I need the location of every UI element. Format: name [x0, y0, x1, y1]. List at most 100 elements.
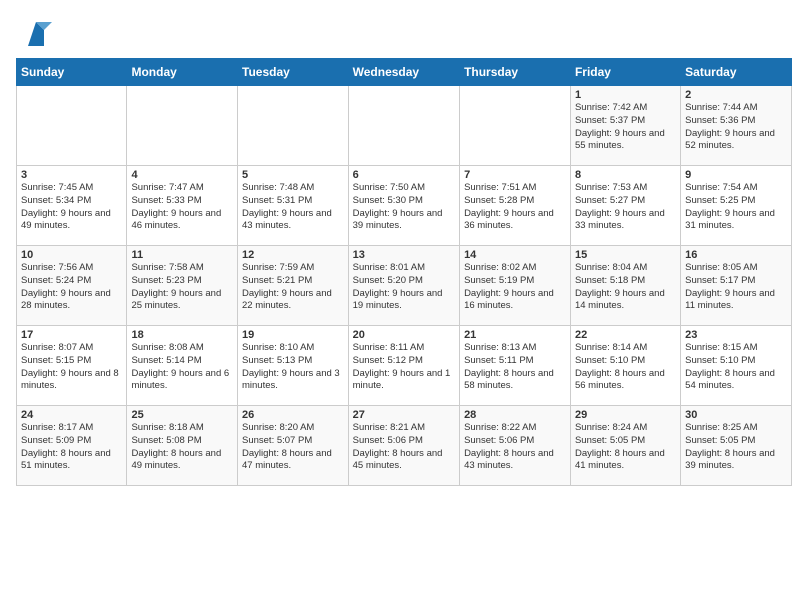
calendar-cell: 26Sunrise: 8:20 AMSunset: 5:07 PMDayligh…: [238, 406, 349, 486]
day-info: Sunrise: 8:25 AMSunset: 5:05 PMDaylight:…: [685, 422, 775, 471]
calendar-week-3: 10Sunrise: 7:56 AMSunset: 5:24 PMDayligh…: [17, 246, 792, 326]
day-info: Sunrise: 7:59 AMSunset: 5:21 PMDaylight:…: [242, 262, 332, 311]
day-info: Sunrise: 8:17 AMSunset: 5:09 PMDaylight:…: [21, 422, 111, 471]
day-info: Sunrise: 8:15 AMSunset: 5:10 PMDaylight:…: [685, 342, 775, 391]
day-info: Sunrise: 7:58 AMSunset: 5:23 PMDaylight:…: [131, 262, 221, 311]
day-info: Sunrise: 8:18 AMSunset: 5:08 PMDaylight:…: [131, 422, 221, 471]
calendar-cell: 1Sunrise: 7:42 AMSunset: 5:37 PMDaylight…: [570, 86, 680, 166]
calendar-wrapper: Sunday Monday Tuesday Wednesday Thursday…: [0, 58, 792, 494]
day-info: Sunrise: 7:44 AMSunset: 5:36 PMDaylight:…: [685, 102, 775, 151]
calendar-cell: 11Sunrise: 7:58 AMSunset: 5:23 PMDayligh…: [127, 246, 238, 326]
day-info: Sunrise: 8:20 AMSunset: 5:07 PMDaylight:…: [242, 422, 332, 471]
calendar-cell: 17Sunrise: 8:07 AMSunset: 5:15 PMDayligh…: [17, 326, 127, 406]
day-info: Sunrise: 7:54 AMSunset: 5:25 PMDaylight:…: [685, 182, 775, 231]
calendar-cell: 7Sunrise: 7:51 AMSunset: 5:28 PMDaylight…: [460, 166, 571, 246]
calendar-cell: 12Sunrise: 7:59 AMSunset: 5:21 PMDayligh…: [238, 246, 349, 326]
day-info: Sunrise: 8:21 AMSunset: 5:06 PMDaylight:…: [353, 422, 443, 471]
calendar-cell: 6Sunrise: 7:50 AMSunset: 5:30 PMDaylight…: [348, 166, 459, 246]
day-number: 9: [685, 169, 787, 181]
calendar-cell: 23Sunrise: 8:15 AMSunset: 5:10 PMDayligh…: [681, 326, 792, 406]
day-info: Sunrise: 8:04 AMSunset: 5:18 PMDaylight:…: [575, 262, 665, 311]
day-info: Sunrise: 8:02 AMSunset: 5:19 PMDaylight:…: [464, 262, 554, 311]
day-number: 10: [21, 249, 122, 261]
day-number: 28: [464, 409, 566, 421]
day-number: 8: [575, 169, 676, 181]
day-info: Sunrise: 7:50 AMSunset: 5:30 PMDaylight:…: [353, 182, 443, 231]
day-number: 30: [685, 409, 787, 421]
day-info: Sunrise: 7:48 AMSunset: 5:31 PMDaylight:…: [242, 182, 332, 231]
calendar-cell: [17, 86, 127, 166]
calendar-cell: [127, 86, 238, 166]
day-number: 25: [131, 409, 233, 421]
col-friday: Friday: [570, 59, 680, 86]
calendar-week-5: 24Sunrise: 8:17 AMSunset: 5:09 PMDayligh…: [17, 406, 792, 486]
col-wednesday: Wednesday: [348, 59, 459, 86]
calendar-cell: 14Sunrise: 8:02 AMSunset: 5:19 PMDayligh…: [460, 246, 571, 326]
calendar-header: Sunday Monday Tuesday Wednesday Thursday…: [17, 59, 792, 86]
calendar-cell: 22Sunrise: 8:14 AMSunset: 5:10 PMDayligh…: [570, 326, 680, 406]
calendar-cell: [238, 86, 349, 166]
calendar-cell: 30Sunrise: 8:25 AMSunset: 5:05 PMDayligh…: [681, 406, 792, 486]
day-info: Sunrise: 7:42 AMSunset: 5:37 PMDaylight:…: [575, 102, 665, 151]
calendar-cell: 20Sunrise: 8:11 AMSunset: 5:12 PMDayligh…: [348, 326, 459, 406]
col-sunday: Sunday: [17, 59, 127, 86]
calendar-week-1: 1Sunrise: 7:42 AMSunset: 5:37 PMDaylight…: [17, 86, 792, 166]
calendar-cell: 21Sunrise: 8:13 AMSunset: 5:11 PMDayligh…: [460, 326, 571, 406]
day-number: 20: [353, 329, 455, 341]
day-number: 1: [575, 89, 676, 101]
logo: [20, 18, 52, 50]
day-number: 4: [131, 169, 233, 181]
col-tuesday: Tuesday: [238, 59, 349, 86]
calendar-cell: 13Sunrise: 8:01 AMSunset: 5:20 PMDayligh…: [348, 246, 459, 326]
day-number: 6: [353, 169, 455, 181]
day-number: 7: [464, 169, 566, 181]
calendar-week-2: 3Sunrise: 7:45 AMSunset: 5:34 PMDaylight…: [17, 166, 792, 246]
calendar-cell: 25Sunrise: 8:18 AMSunset: 5:08 PMDayligh…: [127, 406, 238, 486]
day-info: Sunrise: 7:47 AMSunset: 5:33 PMDaylight:…: [131, 182, 221, 231]
day-info: Sunrise: 8:14 AMSunset: 5:10 PMDaylight:…: [575, 342, 665, 391]
day-number: 3: [21, 169, 122, 181]
calendar-cell: 19Sunrise: 8:10 AMSunset: 5:13 PMDayligh…: [238, 326, 349, 406]
page-header: [0, 0, 792, 58]
day-info: Sunrise: 8:24 AMSunset: 5:05 PMDaylight:…: [575, 422, 665, 471]
col-saturday: Saturday: [681, 59, 792, 86]
header-row: Sunday Monday Tuesday Wednesday Thursday…: [17, 59, 792, 86]
day-number: 23: [685, 329, 787, 341]
logo-icon: [20, 18, 52, 50]
calendar-cell: 10Sunrise: 7:56 AMSunset: 5:24 PMDayligh…: [17, 246, 127, 326]
calendar-cell: 4Sunrise: 7:47 AMSunset: 5:33 PMDaylight…: [127, 166, 238, 246]
calendar-cell: 29Sunrise: 8:24 AMSunset: 5:05 PMDayligh…: [570, 406, 680, 486]
calendar-cell: [348, 86, 459, 166]
day-info: Sunrise: 8:11 AMSunset: 5:12 PMDaylight:…: [353, 342, 451, 391]
calendar-cell: 15Sunrise: 8:04 AMSunset: 5:18 PMDayligh…: [570, 246, 680, 326]
calendar-body: 1Sunrise: 7:42 AMSunset: 5:37 PMDaylight…: [17, 86, 792, 486]
day-info: Sunrise: 7:51 AMSunset: 5:28 PMDaylight:…: [464, 182, 554, 231]
day-number: 12: [242, 249, 344, 261]
day-info: Sunrise: 8:05 AMSunset: 5:17 PMDaylight:…: [685, 262, 775, 311]
calendar-cell: 28Sunrise: 8:22 AMSunset: 5:06 PMDayligh…: [460, 406, 571, 486]
day-info: Sunrise: 8:01 AMSunset: 5:20 PMDaylight:…: [353, 262, 443, 311]
day-number: 24: [21, 409, 122, 421]
day-number: 17: [21, 329, 122, 341]
day-number: 15: [575, 249, 676, 261]
day-number: 14: [464, 249, 566, 261]
day-info: Sunrise: 8:10 AMSunset: 5:13 PMDaylight:…: [242, 342, 340, 391]
calendar-table: Sunday Monday Tuesday Wednesday Thursday…: [16, 58, 792, 486]
day-number: 11: [131, 249, 233, 261]
day-info: Sunrise: 7:53 AMSunset: 5:27 PMDaylight:…: [575, 182, 665, 231]
calendar-cell: 9Sunrise: 7:54 AMSunset: 5:25 PMDaylight…: [681, 166, 792, 246]
calendar-cell: 2Sunrise: 7:44 AMSunset: 5:36 PMDaylight…: [681, 86, 792, 166]
day-info: Sunrise: 8:13 AMSunset: 5:11 PMDaylight:…: [464, 342, 554, 391]
calendar-cell: 24Sunrise: 8:17 AMSunset: 5:09 PMDayligh…: [17, 406, 127, 486]
day-info: Sunrise: 8:22 AMSunset: 5:06 PMDaylight:…: [464, 422, 554, 471]
day-number: 2: [685, 89, 787, 101]
day-number: 19: [242, 329, 344, 341]
day-info: Sunrise: 8:08 AMSunset: 5:14 PMDaylight:…: [131, 342, 229, 391]
day-number: 18: [131, 329, 233, 341]
day-number: 5: [242, 169, 344, 181]
day-number: 13: [353, 249, 455, 261]
day-number: 16: [685, 249, 787, 261]
day-info: Sunrise: 8:07 AMSunset: 5:15 PMDaylight:…: [21, 342, 119, 391]
day-number: 26: [242, 409, 344, 421]
col-thursday: Thursday: [460, 59, 571, 86]
